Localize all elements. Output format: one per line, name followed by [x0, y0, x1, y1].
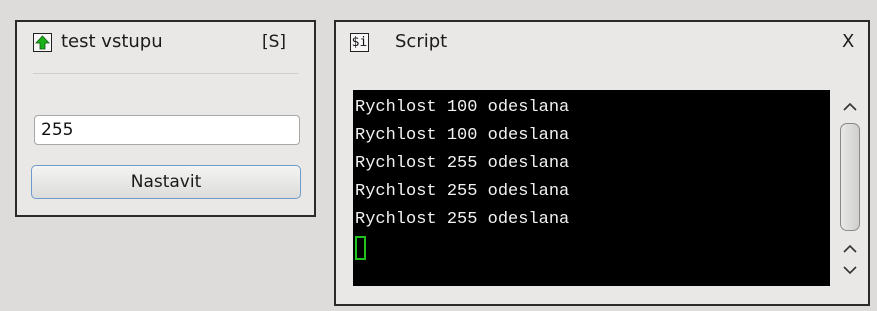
scroll-thumb[interactable] — [840, 123, 860, 231]
panel-tag[interactable]: [S] — [262, 32, 286, 52]
console-scrollbar[interactable] — [835, 90, 865, 286]
chevron-up-icon[interactable] — [835, 238, 865, 258]
script-console[interactable]: Rychlost 100 odeslana Rychlost 100 odesl… — [353, 90, 830, 286]
test-input-panel: test vstupu [S] Nastavit — [15, 20, 316, 217]
console-line: Rychlost 255 odeslana — [355, 210, 570, 229]
console-cursor — [355, 236, 366, 260]
close-button[interactable]: X — [842, 31, 854, 52]
console-line: Rychlost 100 odeslana — [355, 126, 570, 145]
panel-title: Script — [395, 31, 448, 52]
green-up-arrow-icon — [33, 33, 52, 52]
script-icon: $i — [350, 33, 369, 52]
console-line: Rychlost 100 odeslana — [355, 98, 570, 117]
chevron-down-icon[interactable] — [835, 260, 865, 280]
separator — [33, 73, 298, 74]
panel-title: test vstupu — [61, 31, 163, 52]
set-button[interactable]: Nastavit — [31, 165, 301, 199]
console-line: Rychlost 255 odeslana — [355, 182, 570, 201]
script-panel: $i Script X Rychlost 100 odeslana Rychlo… — [334, 20, 870, 306]
scroll-up-icon[interactable] — [835, 96, 865, 116]
console-line: Rychlost 255 odeslana — [355, 154, 570, 173]
value-input[interactable] — [34, 115, 300, 145]
